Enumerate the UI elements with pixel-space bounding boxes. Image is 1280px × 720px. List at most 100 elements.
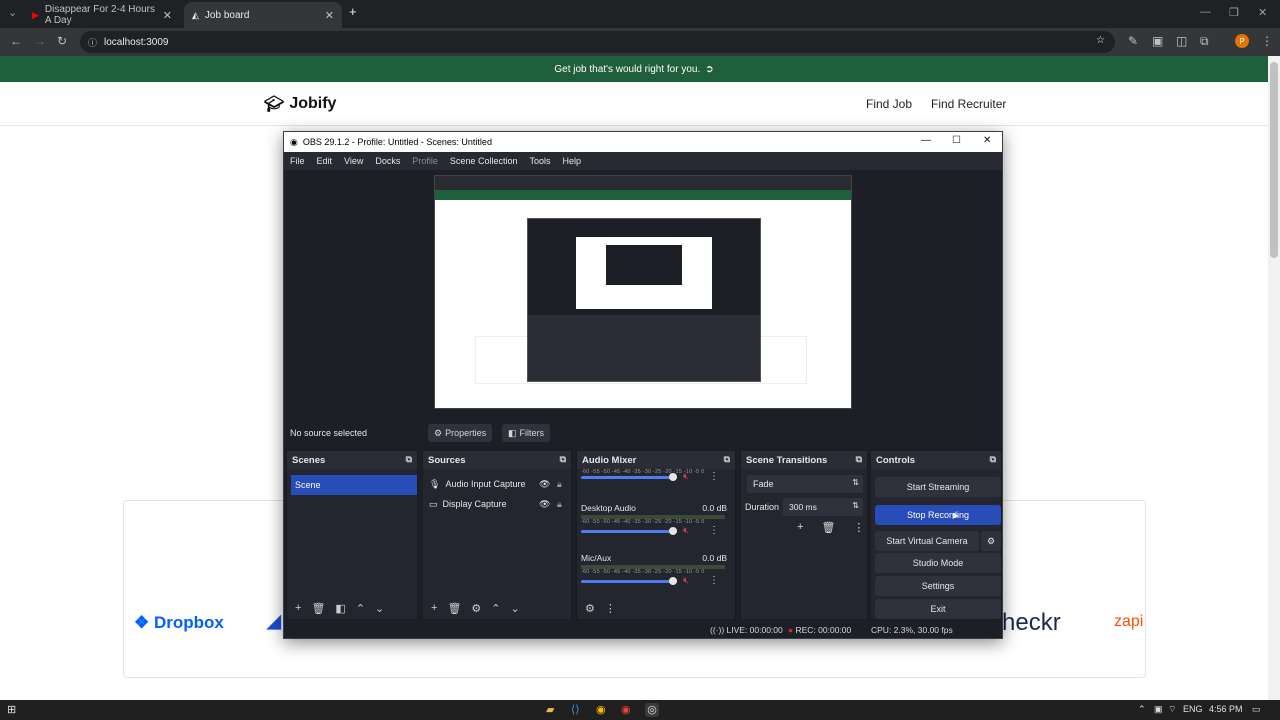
channel-menu-icon[interactable]: ⋮ <box>709 575 719 586</box>
move-down-icon[interactable]: ⌄ <box>375 602 384 615</box>
remove-transition-icon[interactable]: 🗑︎ <box>821 521 835 534</box>
volume-slider[interactable] <box>581 476 677 479</box>
back-icon[interactable]: ← <box>10 34 22 48</box>
spin-arrows-icon[interactable]: ⇅ <box>852 501 859 510</box>
page-scrollbar[interactable] <box>1268 56 1280 700</box>
speaker-muted-icon[interactable]: 🔇︎ <box>683 525 689 536</box>
obs-preview-canvas[interactable] <box>434 175 852 409</box>
chrome-icon[interactable]: ◉ <box>596 703 606 716</box>
menu-help[interactable]: Help <box>562 156 581 166</box>
source-item-display-capture[interactable]: ▭ Display Capture 👁︎ 🔒︎ <box>429 495 562 513</box>
browser-menu-icon[interactable]: ⋮ <box>1261 34 1273 48</box>
mixer-menu-icon[interactable]: ⋮ <box>605 602 616 615</box>
minimize-icon[interactable]: — <box>1200 6 1211 18</box>
forward-icon[interactable]: → <box>34 34 46 48</box>
scene-filters-icon[interactable]: ◧ <box>335 602 345 615</box>
tab-search-icon[interactable]: ⌄ <box>8 6 17 19</box>
remove-source-icon[interactable]: 🗑︎ <box>447 602 461 615</box>
vscode-icon[interactable]: ⟨⟩ <box>571 703 580 716</box>
restore-icon[interactable]: ❐ <box>1229 6 1239 19</box>
pen-extension-icon[interactable]: ✎ <box>1128 34 1138 48</box>
transition-menu-icon[interactable]: ⋮ <box>853 521 864 534</box>
scene-list-item[interactable]: Scene <box>291 475 417 495</box>
advanced-audio-icon[interactable]: ⚙ <box>585 602 595 615</box>
address-input[interactable]: ⓘ localhost:3009 ☆ <box>80 31 1115 53</box>
menu-docks[interactable]: Docks <box>375 156 400 166</box>
close-window-icon[interactable]: ✕ <box>1258 6 1267 19</box>
add-source-icon[interactable]: + <box>431 602 437 614</box>
settings-button[interactable]: Settings <box>875 576 1001 596</box>
file-explorer-icon[interactable]: ▰ <box>546 703 554 716</box>
channel-menu-icon[interactable]: ⋮ <box>709 471 719 482</box>
move-up-icon[interactable]: ⌃ <box>491 602 500 615</box>
filters-button[interactable]: ◧ Filters <box>502 424 551 442</box>
undock-icon[interactable]: ⧉ <box>560 454 566 465</box>
visibility-eye-icon[interactable]: 👁︎ <box>539 479 550 490</box>
scrollbar-thumb[interactable] <box>1270 62 1278 258</box>
add-scene-icon[interactable]: + <box>295 602 301 614</box>
menu-edit[interactable]: Edit <box>317 156 333 166</box>
tray-chevron-icon[interactable]: ⌃ <box>1138 704 1146 715</box>
source-properties-icon[interactable]: ⚙ <box>471 602 481 615</box>
tab-youtube[interactable]: ▶ Disappear For 2-4 Hours A Day ✕ <box>24 2 180 28</box>
properties-button[interactable]: ⚙ Properties <box>428 424 493 442</box>
move-down-icon[interactable]: ⌄ <box>511 602 520 615</box>
nav-find-job[interactable]: Find Job <box>866 97 912 111</box>
close-tab-icon[interactable]: ✕ <box>163 9 172 22</box>
extension-icon[interactable]: ◫ <box>1176 34 1187 48</box>
close-tab-icon[interactable]: ✕ <box>325 9 334 22</box>
volume-slider-knob[interactable] <box>669 527 677 535</box>
chrome-profile-icon[interactable]: ◉ <box>621 703 631 716</box>
obs-title-bar[interactable]: ◉ OBS 29.1.2 - Profile: Untitled - Scene… <box>284 132 1002 152</box>
notifications-icon[interactable]: ▭ <box>1252 704 1261 715</box>
undock-icon[interactable]: ⧉ <box>990 454 996 465</box>
obs-close-icon[interactable]: ✕ <box>983 135 991 146</box>
reload-icon[interactable]: ↻ <box>57 34 67 48</box>
source-item-audio-input[interactable]: 🎙︎ Audio Input Capture 👁︎ 🔒︎ <box>429 475 562 493</box>
tab-job-board[interactable]: ◭ Job board ✕ <box>184 2 342 28</box>
duration-input[interactable]: 300 ms ⇅ <box>783 498 863 516</box>
virtual-camera-settings-icon[interactable]: ⚙ <box>981 531 1001 551</box>
menu-tools[interactable]: Tools <box>529 156 550 166</box>
wifi-icon[interactable]: ⌔ <box>1168 704 1176 715</box>
channel-menu-icon[interactable]: ⋮ <box>709 525 719 536</box>
volume-slider-knob[interactable] <box>669 577 677 585</box>
obs-minimize-icon[interactable]: — <box>921 135 931 146</box>
menu-scene-collection[interactable]: Scene Collection <box>450 156 518 166</box>
profile-avatar[interactable]: P <box>1235 34 1249 48</box>
new-tab-button[interactable]: + <box>349 4 357 19</box>
lock-icon[interactable]: 🔒︎ <box>557 479 562 490</box>
undock-icon[interactable]: ⧉ <box>406 454 412 465</box>
lock-icon[interactable]: 🔒︎ <box>557 499 562 510</box>
nav-find-recruiter[interactable]: Find Recruiter <box>931 97 1006 111</box>
obs-taskbar-icon[interactable]: ◎ <box>645 703 659 717</box>
volume-slider[interactable] <box>581 530 677 533</box>
clock[interactable]: 4:56 PM <box>1209 704 1243 714</box>
move-up-icon[interactable]: ⌃ <box>356 602 365 615</box>
studio-mode-button[interactable]: Studio Mode <box>875 553 1001 573</box>
extensions-puzzle-icon[interactable]: ⧉ <box>1200 34 1209 49</box>
extension-icon[interactable]: ▣ <box>1152 34 1163 48</box>
speaker-muted-icon[interactable]: 🔇︎ <box>683 471 689 482</box>
visibility-eye-icon[interactable]: 👁︎ <box>539 499 550 510</box>
add-transition-icon[interactable]: + <box>797 521 803 534</box>
site-logo[interactable]: 🎓︎ Jobify <box>264 94 336 114</box>
promo-banner[interactable]: Get job that's would right for you. ➲ <box>0 56 1268 82</box>
exit-button[interactable]: Exit <box>875 599 1001 619</box>
undock-icon[interactable]: ⧉ <box>856 454 862 465</box>
volume-slider[interactable] <box>581 580 677 583</box>
speaker-muted-icon[interactable]: 🔇︎ <box>683 575 689 586</box>
start-virtual-camera-button[interactable]: Start Virtual Camera <box>875 531 979 551</box>
transition-select[interactable]: Fade ⇅ <box>747 475 863 493</box>
stop-recording-button[interactable]: Stop Recording ➤ <box>875 505 1001 525</box>
menu-view[interactable]: View <box>344 156 363 166</box>
language-indicator[interactable]: ENG <box>1183 704 1203 714</box>
menu-file[interactable]: File <box>290 156 305 166</box>
remove-scene-icon[interactable]: 🗑︎ <box>311 602 325 615</box>
obs-maximize-icon[interactable]: ☐ <box>952 135 961 146</box>
start-streaming-button[interactable]: Start Streaming <box>875 477 1001 497</box>
windows-start-icon[interactable]: ⊞ <box>7 703 16 716</box>
site-info-icon[interactable]: ⓘ <box>88 36 97 49</box>
tray-app-icon[interactable]: ▣ <box>1154 704 1163 715</box>
menu-profile[interactable]: Profile <box>412 156 438 166</box>
